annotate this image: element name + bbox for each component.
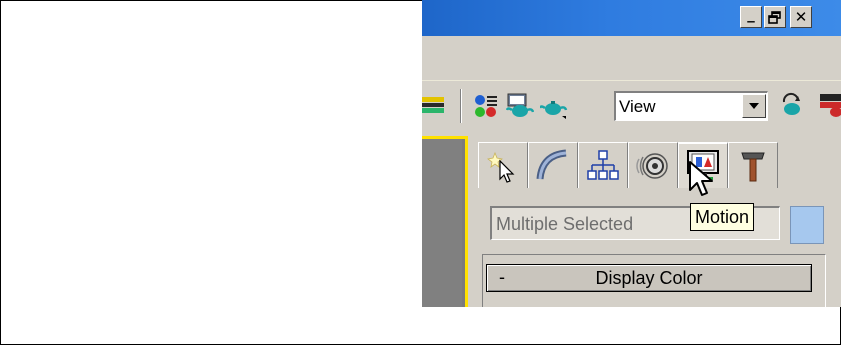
tooltip: Motion	[690, 203, 755, 231]
minimize-icon: _	[747, 5, 755, 23]
close-button[interactable]: ✕	[790, 6, 812, 28]
object-color-swatch[interactable]	[790, 206, 824, 244]
hierarchy-icon	[587, 149, 619, 180]
application-window: _ ✕ View Multiple Selected - Display Col…	[422, 0, 841, 307]
object-name-value: Multiple Selected	[496, 214, 634, 234]
main-toolbar: View	[422, 80, 841, 133]
tab-create[interactable]	[478, 142, 528, 188]
chevron-down-icon	[749, 103, 759, 109]
create-star-cursor-icon	[487, 151, 515, 183]
command-panel: Multiple Selected - Display Color	[474, 132, 841, 307]
view-dropdown[interactable]: View	[614, 91, 768, 121]
material-editor-icon[interactable]	[816, 92, 841, 120]
motion-icon	[636, 152, 668, 179]
display-color-rollout-header[interactable]: - Display Color	[486, 264, 812, 292]
active-viewport[interactable]	[422, 136, 468, 307]
tab-hierarchy[interactable]	[578, 142, 628, 188]
rollout-title: Display Color	[595, 268, 703, 288]
tab-modify[interactable]	[528, 142, 578, 188]
mouse-pointer-icon	[689, 161, 713, 196]
menu-bar	[422, 36, 841, 80]
teapot-render-icon[interactable]	[506, 92, 534, 120]
restore-icon	[768, 10, 781, 24]
tab-utilities[interactable]	[728, 142, 778, 188]
teapot-quick-render-icon[interactable]	[540, 92, 568, 120]
dropdown-arrow-button[interactable]	[742, 94, 766, 118]
view-dropdown-value: View	[619, 97, 656, 116]
utilities-hammer-icon	[741, 152, 765, 181]
modify-arc-icon	[536, 149, 567, 179]
minimize-button[interactable]: _	[740, 5, 762, 28]
command-panel-tabs	[478, 142, 830, 188]
named-selection-icon[interactable]	[472, 92, 500, 120]
teapot-active-icon[interactable]	[778, 92, 806, 120]
layers-icon[interactable]	[422, 92, 444, 120]
restore-button[interactable]	[764, 6, 786, 28]
close-icon: ✕	[794, 8, 808, 26]
title-bar[interactable]: _ ✕	[422, 0, 841, 36]
toolbar-separator	[460, 89, 462, 123]
tab-motion[interactable]	[628, 142, 678, 188]
